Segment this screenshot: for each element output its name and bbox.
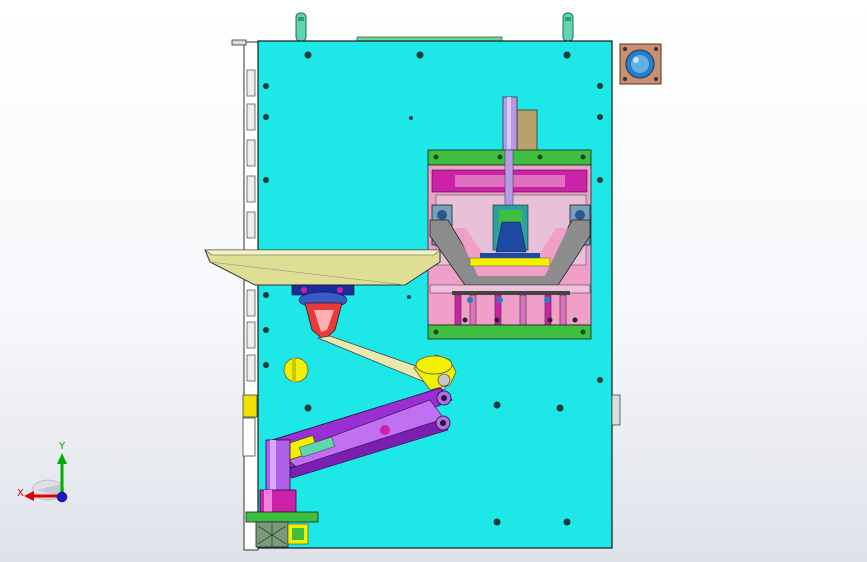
right-edge-details [611,394,621,426]
triad-y-label: Y [59,441,66,452]
coordinate-triad [24,453,68,503]
cad-viewport[interactable]: X Y [0,0,867,562]
press-clamp-unit [427,149,592,340]
emergency-stop-button[interactable] [619,43,662,85]
triad-z-axis [56,491,68,503]
machine-assembly-drawing[interactable] [0,0,867,562]
yellow-stop-disc [283,357,309,383]
triad-x-label: X [17,488,24,499]
left-side-frame [231,39,259,551]
top-lifting-handles [295,12,574,43]
